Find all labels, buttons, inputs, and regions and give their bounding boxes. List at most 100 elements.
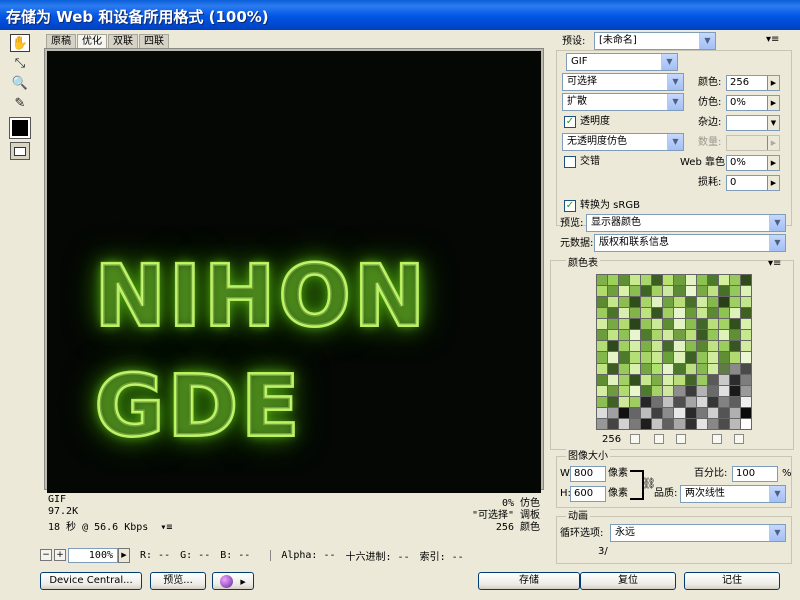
color-table-palette[interactable] [596,274,752,430]
color-swatch[interactable] [663,418,674,429]
colors-field[interactable]: 256 ▶ [726,75,780,91]
color-swatch[interactable] [619,363,630,374]
preview-color-select[interactable]: 显示器颜色 ▼ [586,214,786,232]
color-swatch[interactable] [630,341,641,352]
color-swatch[interactable] [641,385,652,396]
color-swatch[interactable] [696,297,707,308]
color-swatch[interactable] [608,385,619,396]
color-swatch[interactable] [740,308,751,319]
color-swatch[interactable] [652,286,663,297]
map-to-transparent-icon[interactable] [630,434,640,444]
color-swatch[interactable] [740,352,751,363]
color-swatch[interactable] [674,363,685,374]
color-swatch[interactable] [663,297,674,308]
color-swatch[interactable] [674,352,685,363]
color-swatch[interactable] [729,286,740,297]
color-swatch[interactable] [729,275,740,286]
color-swatch[interactable] [652,330,663,341]
preview-in-browser-button[interactable]: 预览... [150,572,206,590]
color-swatch[interactable] [696,286,707,297]
color-swatch[interactable] [740,275,751,286]
color-swatch[interactable] [630,385,641,396]
color-swatch[interactable] [740,330,751,341]
color-swatch[interactable] [641,352,652,363]
color-swatch[interactable] [641,374,652,385]
color-swatch[interactable] [685,385,696,396]
color-swatch[interactable] [729,396,740,407]
convert-srgb-checkbox[interactable]: ✓ [564,200,576,212]
transparency-dither-select[interactable]: 无透明度仿色 ▼ [562,133,684,151]
color-swatch[interactable] [630,297,641,308]
color-swatch[interactable] [619,286,630,297]
color-swatch[interactable] [619,341,630,352]
color-swatch[interactable] [685,352,696,363]
color-swatch[interactable] [663,363,674,374]
color-swatch[interactable] [674,286,685,297]
color-swatch[interactable] [707,385,718,396]
color-swatch[interactable] [740,374,751,385]
color-swatch[interactable] [641,330,652,341]
color-swatch[interactable] [597,385,608,396]
color-swatch[interactable] [696,396,707,407]
new-color-icon[interactable] [712,434,722,444]
color-swatch[interactable] [597,352,608,363]
eyedropper-color-swatch[interactable] [9,117,31,139]
interlaced-checkbox[interactable] [564,156,576,168]
color-swatch[interactable] [641,363,652,374]
color-swatch[interactable] [641,286,652,297]
color-swatch[interactable] [619,330,630,341]
color-swatch[interactable] [663,275,674,286]
color-swatch[interactable] [608,407,619,418]
color-swatch[interactable] [718,341,729,352]
color-swatch[interactable] [718,330,729,341]
color-swatch[interactable] [674,418,685,429]
color-swatch[interactable] [718,352,729,363]
color-swatch[interactable] [630,374,641,385]
color-swatch[interactable] [652,396,663,407]
color-swatch[interactable] [707,308,718,319]
color-swatch[interactable] [641,341,652,352]
lock-color-icon[interactable] [676,434,686,444]
color-swatch[interactable] [597,308,608,319]
color-swatch[interactable] [740,363,751,374]
color-swatch[interactable] [729,330,740,341]
color-swatch[interactable] [729,374,740,385]
color-swatch[interactable] [685,286,696,297]
quality-select[interactable]: 两次线性 ▼ [680,485,786,503]
color-swatch[interactable] [707,275,718,286]
color-swatch[interactable] [663,385,674,396]
color-swatch[interactable] [652,385,663,396]
color-swatch[interactable] [652,363,663,374]
color-swatch[interactable] [707,396,718,407]
color-swatch[interactable] [718,286,729,297]
color-swatch[interactable] [597,275,608,286]
color-swatch[interactable] [608,319,619,330]
color-swatch[interactable] [652,297,663,308]
color-swatch[interactable] [674,407,685,418]
color-swatch[interactable] [608,330,619,341]
color-swatch[interactable] [674,308,685,319]
color-swatch[interactable] [685,275,696,286]
color-swatch[interactable] [707,286,718,297]
color-swatch[interactable] [685,407,696,418]
color-swatch[interactable] [685,297,696,308]
color-swatch[interactable] [663,352,674,363]
color-swatch[interactable] [729,352,740,363]
width-field[interactable]: 800 [570,466,606,482]
color-swatch[interactable] [597,319,608,330]
color-swatch[interactable] [685,308,696,319]
color-swatch[interactable] [597,407,608,418]
color-swatch[interactable] [619,297,630,308]
browser-select-button[interactable]: ▶ [212,572,254,590]
color-swatch[interactable] [630,418,641,429]
color-swatch[interactable] [597,418,608,429]
color-swatch[interactable] [663,396,674,407]
color-swatch[interactable] [696,341,707,352]
color-swatch[interactable] [608,341,619,352]
color-swatch[interactable] [707,374,718,385]
zoom-level-field[interactable]: 100% [68,547,118,563]
color-swatch[interactable] [718,308,729,319]
zoom-menu-arrow-icon[interactable]: ▶ [118,547,130,563]
color-swatch[interactable] [663,286,674,297]
color-swatch[interactable] [696,418,707,429]
